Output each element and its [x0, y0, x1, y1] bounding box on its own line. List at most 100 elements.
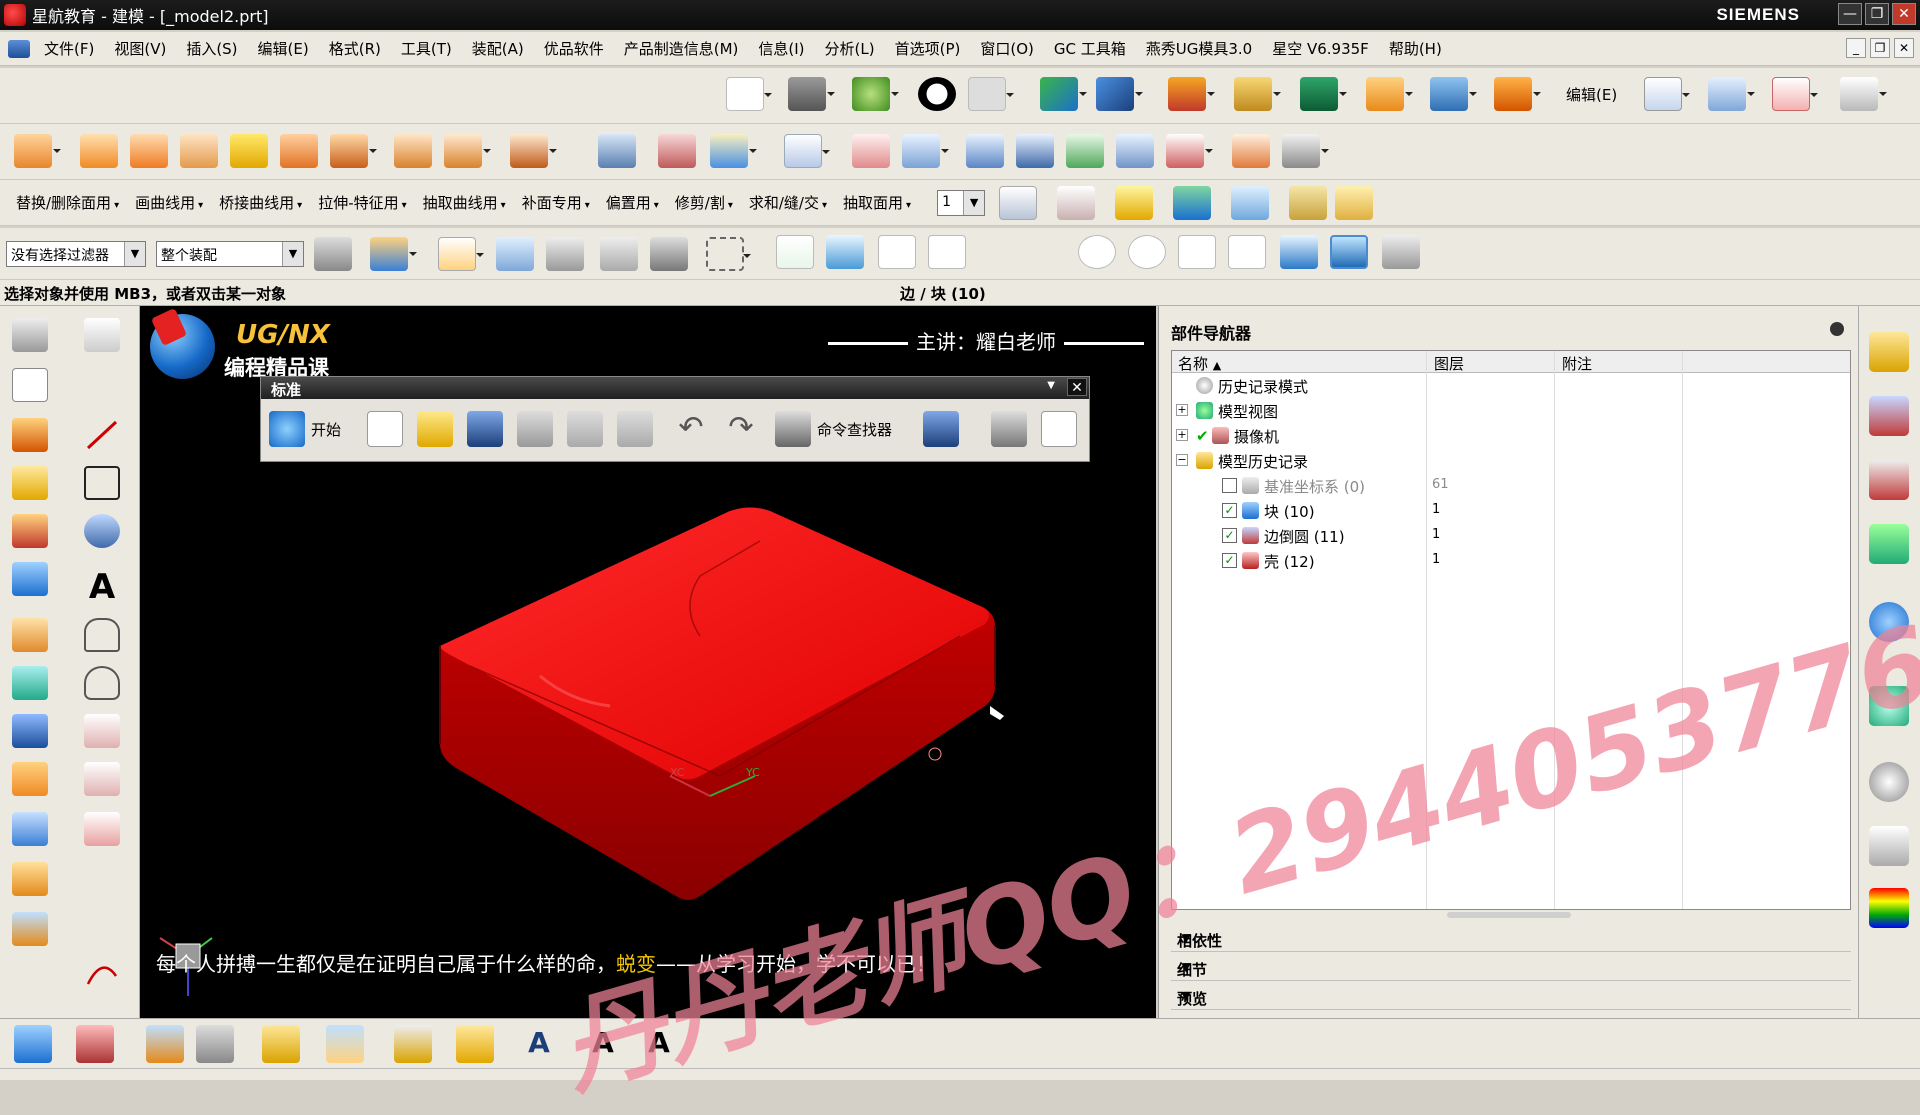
leader-text-icon[interactable]: A: [584, 1025, 622, 1063]
surface-1-icon[interactable]: [784, 134, 830, 168]
navigator-tree[interactable]: 名称 ▲ 图层 附注 历史记录模式 + 模型视图 + ✔ 摄像机 − 模型历史记…: [1171, 350, 1851, 910]
selection-tool-icon[interactable]: [991, 411, 1027, 447]
save-as-icon[interactable]: [923, 411, 959, 447]
revolve-icon[interactable]: [12, 466, 48, 500]
extrude-left-icon[interactable]: [12, 418, 48, 452]
standard-toolbar-title[interactable]: 标准 ▼ ✕: [261, 377, 1089, 399]
cmd-replace-delete-face[interactable]: 替换/删除面用: [8, 192, 127, 213]
menu-info[interactable]: 信息(I): [748, 38, 814, 59]
web-browser-icon[interactable]: [1869, 686, 1909, 726]
feature-4-icon[interactable]: [180, 134, 218, 168]
cmd-extract-face[interactable]: 抽取面用: [835, 192, 919, 213]
view-bottom-icon[interactable]: [262, 1025, 300, 1063]
fillet-tool-icon[interactable]: [84, 714, 120, 748]
snap-center-icon[interactable]: [1078, 235, 1116, 269]
snap-endpoint-icon[interactable]: [776, 235, 814, 269]
feature-1-icon[interactable]: [14, 134, 61, 168]
undo-icon[interactable]: ↶: [673, 411, 709, 447]
component-select-icon[interactable]: [370, 237, 417, 271]
cmd-bridge-curve[interactable]: 桥接曲线用: [211, 192, 310, 213]
render-sphere-icon[interactable]: [852, 77, 899, 111]
face-1-icon[interactable]: [598, 134, 636, 168]
snap-curve-icon[interactable]: [978, 235, 1016, 269]
copy-icon[interactable]: [567, 411, 603, 447]
tree-row-shell[interactable]: ✓ 壳 (12) 1: [1172, 548, 1850, 573]
table-icon[interactable]: [456, 1025, 494, 1063]
tree-row-history-mode[interactable]: 历史记录模式: [1172, 373, 1850, 398]
note-text-icon[interactable]: A: [520, 1025, 558, 1063]
sketch-icon[interactable]: [146, 1025, 184, 1063]
block-icon[interactable]: [12, 562, 48, 596]
tree-row-model-views[interactable]: + 模型视图: [1172, 398, 1850, 423]
feature-2-icon[interactable]: [80, 134, 118, 168]
tree-row-block[interactable]: ✓ 块 (10) 1: [1172, 498, 1850, 523]
type-filter-select[interactable]: 没有选择过滤器: [6, 241, 146, 267]
menu-assembly[interactable]: 装配(A): [462, 38, 534, 59]
cmd-patch-surface[interactable]: 补面专用: [514, 192, 598, 213]
tree-horizontal-scrollbar[interactable]: [1171, 910, 1851, 920]
line-tool-icon[interactable]: [84, 418, 120, 452]
dependencies-section[interactable]: 相依性 ▼: [1171, 926, 1851, 952]
contrast-icon[interactable]: [918, 77, 956, 111]
text-tool-icon[interactable]: A: [84, 570, 120, 604]
toolbar-close-icon[interactable]: ✕: [1067, 378, 1087, 396]
start-menu-icon[interactable]: [269, 411, 305, 447]
cmd-trim-split[interactable]: 修剪/割: [667, 192, 741, 213]
details-section[interactable]: 细节 ▼: [1171, 955, 1851, 981]
tools-icon[interactable]: [1382, 235, 1420, 269]
spline-tool-icon[interactable]: [84, 956, 120, 990]
preview-section[interactable]: 预览 ▼: [1171, 984, 1851, 1010]
background-icon[interactable]: [968, 77, 1014, 111]
wcs-icon[interactable]: [1096, 77, 1143, 111]
column-layer-header[interactable]: 图层: [1434, 353, 1464, 374]
analysis-grid-icon[interactable]: [1057, 185, 1096, 220]
command-finder-label[interactable]: 命令查找器: [817, 419, 892, 440]
surface-2-icon[interactable]: [852, 134, 890, 168]
mirror-icon[interactable]: [12, 714, 48, 748]
snap-midpoint-icon[interactable]: [826, 235, 864, 269]
window-layout-icon[interactable]: [1041, 411, 1077, 447]
cmd-offset[interactable]: 偏置用: [598, 192, 667, 213]
snap-line2-icon[interactable]: [928, 235, 966, 269]
sync-model-icon[interactable]: [1430, 77, 1477, 111]
cut-icon[interactable]: [517, 411, 553, 447]
polygon-tool-icon[interactable]: [84, 618, 120, 652]
arc-tool-icon[interactable]: [84, 514, 120, 548]
menu-yanxiu-mold[interactable]: 燕秀UG模具3.0: [1136, 38, 1262, 59]
selection-scope-select[interactable]: 整个装配: [156, 241, 304, 267]
command-finder-icon[interactable]: [775, 411, 811, 447]
chamfer-icon[interactable]: [12, 762, 48, 796]
pencil-ruler-icon[interactable]: [1335, 185, 1374, 220]
datum-plane-icon[interactable]: [12, 666, 48, 700]
expand-icon[interactable]: +: [1176, 429, 1188, 441]
standard-toolbar-floating[interactable]: 标准 ▼ ✕ 开始 ↶ ↷ 命令查找器: [260, 376, 1090, 462]
nx-app-icon[interactable]: [8, 39, 30, 58]
wrap-icon[interactable]: [1840, 77, 1887, 111]
snap-quadrant-icon[interactable]: [1128, 235, 1166, 269]
collapse-icon[interactable]: −: [1176, 454, 1188, 466]
draft-icon[interactable]: [12, 862, 48, 896]
constraint-icon[interactable]: [76, 1025, 114, 1063]
visibility-checkbox[interactable]: ✓: [1222, 553, 1237, 568]
minimize-button[interactable]: —: [1838, 3, 1862, 25]
feature-7-icon[interactable]: [330, 134, 377, 168]
menu-tools[interactable]: 工具(T): [391, 38, 462, 59]
surface-3-icon[interactable]: [902, 134, 949, 168]
assembly-navigator-icon[interactable]: [1869, 332, 1909, 372]
layer-select[interactable]: 1: [937, 189, 986, 216]
visibility-checkbox[interactable]: ✓: [1222, 528, 1237, 543]
cmd-extrude-feature[interactable]: 拉伸-特征用: [310, 192, 414, 213]
doc-close-button[interactable]: ✕: [1894, 38, 1914, 58]
surface-8-icon[interactable]: [1166, 134, 1213, 168]
dimension-icon[interactable]: [14, 1025, 52, 1063]
graphics-window[interactable]: XC YC UG/NX 编程精品课 主讲：耀白老师 标准 ▼ ✕ 开始 ↶ ↷ …: [140, 306, 1156, 1018]
snap-point-on-icon[interactable]: [1178, 235, 1216, 269]
snap-on-curve-icon[interactable]: [1228, 235, 1266, 269]
replace-face-icon[interactable]: [444, 134, 491, 168]
surface-10-icon[interactable]: [1282, 134, 1329, 168]
redo-icon[interactable]: ↷: [723, 411, 759, 447]
surface-4-icon[interactable]: [966, 134, 1004, 168]
cmd-extract-curve[interactable]: 抽取曲线用: [415, 192, 514, 213]
snap-line-icon[interactable]: [878, 235, 916, 269]
shelled-block-model[interactable]: [439, 507, 996, 901]
